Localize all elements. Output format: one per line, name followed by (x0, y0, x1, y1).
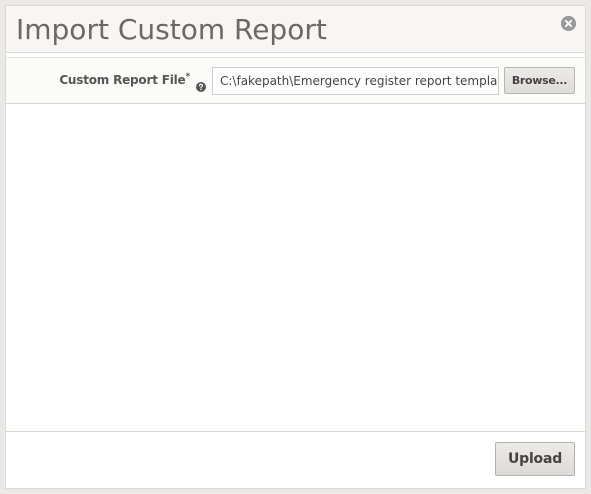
close-icon[interactable] (561, 16, 576, 31)
custom-report-file-row: Custom Report File* C:\fakepath\Emergenc… (6, 57, 585, 104)
dialog-title: Import Custom Report (16, 13, 327, 46)
custom-report-file-input[interactable]: C:\fakepath\Emergency register report te… (212, 67, 499, 95)
question-circle-icon[interactable] (196, 77, 206, 92)
dialog-footer: Upload (6, 431, 585, 488)
dialog-body (6, 105, 585, 431)
field-label-text: Custom Report File (59, 73, 186, 87)
browse-button[interactable]: Browse... (504, 67, 575, 94)
upload-button[interactable]: Upload (495, 442, 575, 476)
required-marker: * (185, 72, 190, 82)
import-custom-report-dialog: Import Custom Report Custom Report File*… (5, 5, 586, 489)
dialog-header: Import Custom Report (6, 6, 585, 53)
custom-report-file-label: Custom Report File* (59, 72, 190, 87)
